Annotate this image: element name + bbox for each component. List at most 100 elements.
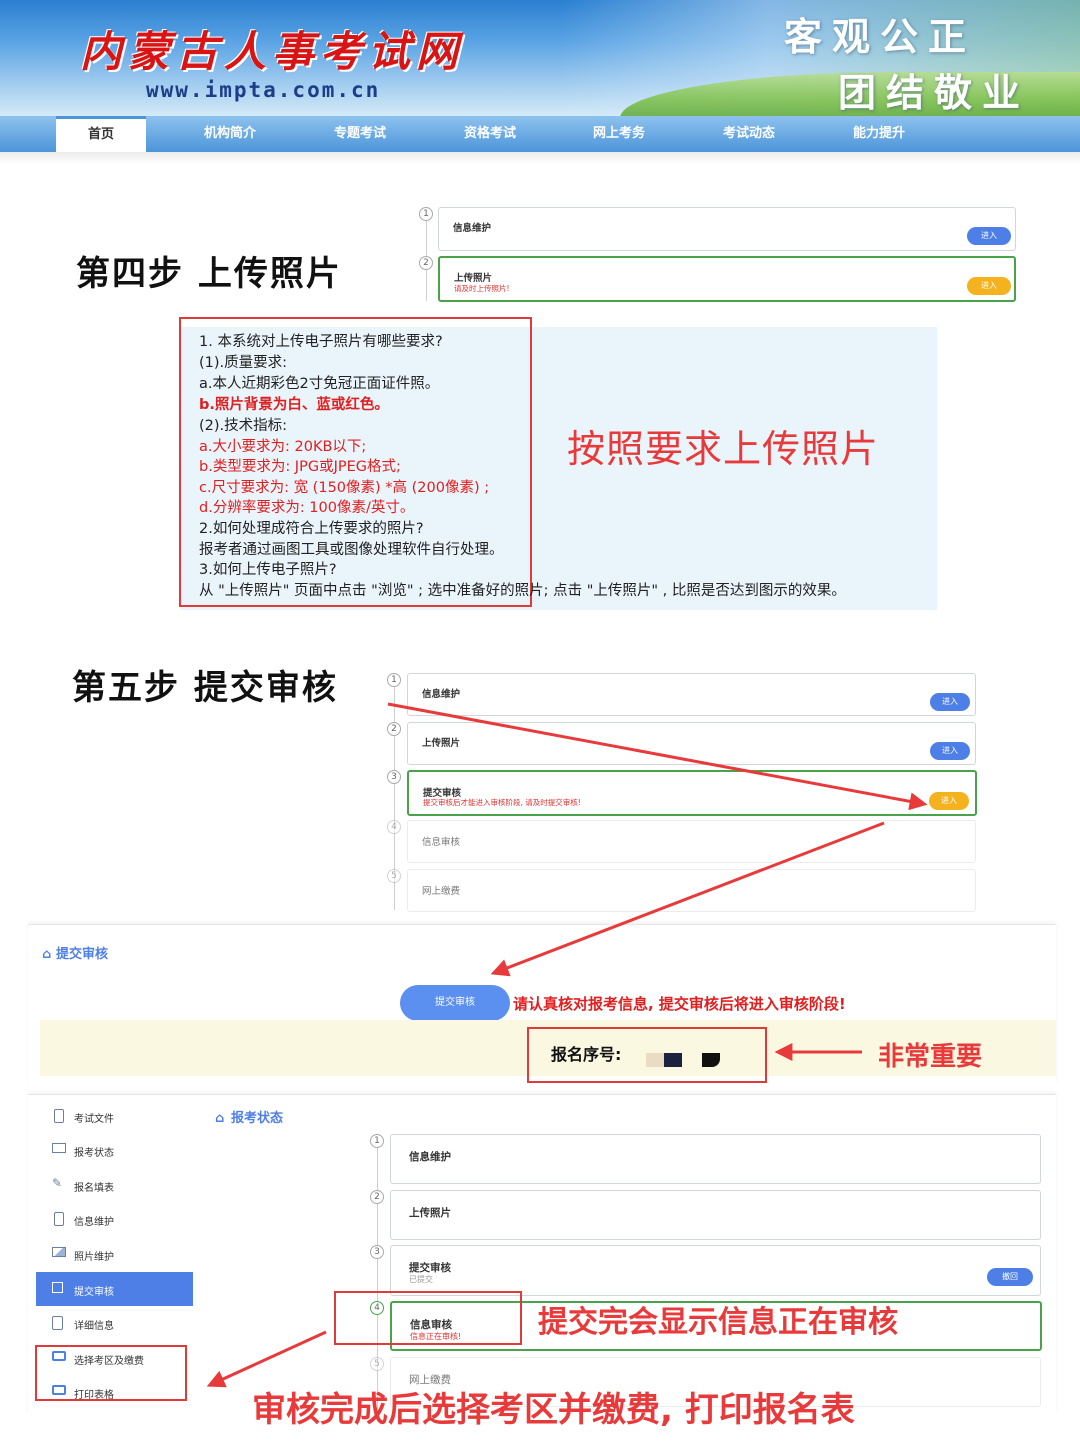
step5-title: 第五步 提交审核: [72, 668, 338, 708]
sidebar-item-fill-form[interactable]: ✎ 报名填表: [36, 1168, 193, 1202]
faq-line: c.尺寸要求为: 宽 (150像素) *高 (200像素) ;: [199, 480, 490, 496]
faq-line: a.本人近期彩色2寸免冠正面证件照。: [199, 376, 440, 392]
motto-line-2: 团结敬业: [838, 70, 1031, 115]
checkbox-icon: [52, 1282, 63, 1293]
step-number: 4: [387, 820, 401, 834]
home-icon: ⌂: [42, 947, 52, 962]
sidebar-item-status[interactable]: 报考状态: [36, 1133, 193, 1167]
image-icon: [52, 1247, 66, 1257]
details-icon: [52, 1316, 63, 1330]
enter-button[interactable]: 进入: [930, 693, 970, 711]
sidebar-item-exam-files[interactable]: 考试文件: [36, 1099, 193, 1133]
sidebar-item-photo[interactable]: 照片维护: [36, 1237, 193, 1271]
card-subtitle: 已提交: [409, 1275, 433, 1284]
enter-button[interactable]: 进入: [967, 227, 1011, 245]
motto-line-1: 客观公正: [784, 14, 977, 59]
status-section-heading: ⌂ 报考状态: [215, 1107, 283, 1126]
payment-print-highlight-box: [35, 1345, 187, 1401]
step-number: 1: [370, 1134, 384, 1148]
faq-line: (2).技术指标:: [199, 418, 288, 434]
sidebar-item-submit[interactable]: 提交审核: [36, 1272, 193, 1306]
sidebar-label: 照片维护: [74, 1252, 114, 1263]
step4-title: 第四步 上传照片: [76, 254, 342, 294]
card-subtitle: 请及时上传照片!: [454, 284, 510, 293]
sidebar-label: 报名填表: [74, 1183, 114, 1194]
important-annotation: 非常重要: [878, 1042, 983, 1072]
enter-button[interactable]: 进入: [929, 792, 969, 810]
nav-home[interactable]: 首页: [56, 116, 146, 152]
status-card-photo: 上传照片: [390, 1190, 1041, 1240]
withdraw-button[interactable]: 撤回: [987, 1268, 1033, 1286]
review-highlight-box: [334, 1291, 522, 1345]
card-title: 信息维护: [409, 1151, 451, 1163]
faq-line: 3.如何上传电子照片?: [199, 562, 337, 578]
faq-line: a.大小要求为: 20KB以下;: [199, 439, 367, 455]
sidebar-label: 详细信息: [74, 1321, 114, 1332]
submit-section-heading: ⌂ 提交审核: [42, 943, 108, 962]
sidebar-label: 信息维护: [74, 1217, 114, 1228]
review-annotation: 提交完会显示信息正在审核: [538, 1305, 898, 1340]
step-number: 1: [387, 673, 401, 687]
enter-button[interactable]: 进入: [967, 277, 1011, 295]
nav-qualification-exam[interactable]: 资格考试: [445, 116, 535, 152]
nav-ability[interactable]: 能力提升: [834, 116, 924, 152]
card-title: 网上缴费: [422, 886, 461, 897]
enter-button[interactable]: 进入: [930, 742, 970, 760]
submit-review-button[interactable]: 提交审核: [400, 985, 510, 1021]
sidebar-label: 提交审核: [74, 1287, 114, 1298]
faq-line: 2.如何处理成符合上传要求的照片?: [199, 521, 424, 537]
step5-card-photo: 上传照片 进入: [407, 722, 976, 765]
nav-exam-news[interactable]: 考试动态: [704, 116, 794, 152]
faq-line: 报考者通过画图工具或图像处理软件自行处理。: [199, 542, 504, 558]
step-number: 3: [387, 770, 401, 784]
faq-line: (1).质量要求:: [199, 355, 288, 371]
heading-text: 提交审核: [56, 947, 109, 962]
step4-card-info: 信息维护 进入: [438, 207, 1016, 251]
main-nav: 首页 机构简介 专题考试 资格考试 网上考务 考试动态 能力提升: [0, 116, 1080, 152]
redaction-mark: [702, 1053, 720, 1067]
upload-annotation: 按照要求上传照片: [567, 427, 880, 471]
site-title: 内蒙古人事考试网: [80, 27, 465, 76]
card-title: 信息审核: [422, 837, 461, 848]
faq-line: 从 "上传照片" 页面中点击 "浏览" ; 选中准备好的照片; 点击 "上传照片…: [199, 583, 846, 599]
document-icon: [54, 1109, 64, 1123]
heading-text: 报考状态: [231, 1111, 284, 1126]
step5-card-review: 信息审核: [407, 820, 976, 863]
sidebar-label: 考试文件: [74, 1114, 114, 1125]
step5-card-payment: 网上缴费: [407, 869, 976, 912]
sidebar-label: 报考状态: [74, 1148, 114, 1159]
redaction-mark: [664, 1053, 682, 1067]
faq-line: b.照片背景为白、蓝或红色。: [199, 397, 389, 413]
faq-line: 1. 本系统对上传电子照片有哪些要求?: [199, 334, 443, 350]
registration-number-label: 报名序号:: [551, 1045, 622, 1064]
step-number: 5: [370, 1357, 384, 1371]
step-number: 3: [370, 1245, 384, 1259]
step4-card-photo: 上传照片 请及时上传照片! 进入: [438, 256, 1016, 302]
step5-card-submit: 提交审核 提交审核后才能进入审核阶段, 请及时提交审核! 进入: [407, 770, 977, 816]
status-card-submit: 提交审核 已提交 撤回: [390, 1245, 1041, 1296]
header-banner: 内蒙古人事考试网 www.impta.com.cn 客观公正 团结敬业: [0, 0, 1080, 118]
step-number: 2: [370, 1190, 384, 1204]
card-title: 信息维护: [453, 223, 492, 234]
card-title: 提交审核: [409, 1262, 451, 1274]
sidebar-item-info[interactable]: 信息维护: [36, 1202, 193, 1236]
faq-line: d.分辨率要求为: 100像素/英寸。: [199, 500, 415, 516]
card-title: 上传照片: [409, 1207, 451, 1219]
nav-special-exam[interactable]: 专题考试: [315, 116, 405, 152]
sidebar-item-details[interactable]: 详细信息: [36, 1306, 193, 1340]
step5-card-info: 信息维护 进入: [407, 673, 976, 716]
submit-warning: 请认真核对报考信息, 提交审核后将进入审核阶段!: [513, 995, 846, 1013]
step-number: 2: [419, 256, 433, 270]
card-subtitle: 提交审核后才能进入审核阶段, 请及时提交审核!: [423, 798, 581, 807]
site-url: www.impta.com.cn: [146, 78, 381, 102]
nav-about[interactable]: 机构简介: [185, 116, 275, 152]
home-icon: ⌂: [215, 1111, 225, 1126]
step-number: 5: [387, 869, 401, 883]
form-icon: [54, 1212, 64, 1226]
step-number: 1: [419, 207, 433, 221]
nav-online-affairs[interactable]: 网上考务: [574, 116, 664, 152]
card-title: 上传照片: [422, 738, 461, 749]
nav-shadow: [0, 152, 1080, 164]
faq-line: b.类型要求为: JPG或JPEG格式;: [199, 459, 401, 475]
monitor-icon: [52, 1143, 66, 1153]
